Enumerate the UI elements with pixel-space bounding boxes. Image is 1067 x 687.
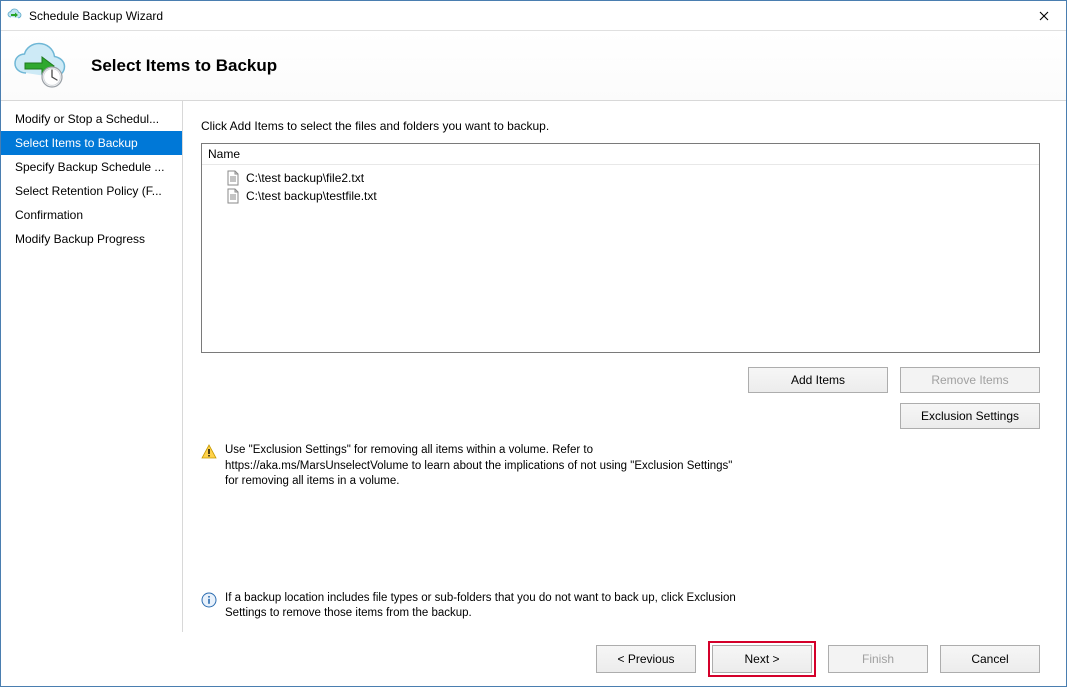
info-icon: [201, 592, 217, 608]
finish-button: Finish: [828, 645, 928, 673]
wizard-body: Modify or Stop a Schedul... Select Items…: [1, 101, 1066, 632]
step-retention-policy[interactable]: Select Retention Policy (F...: [1, 179, 182, 203]
next-button[interactable]: Next >: [712, 645, 812, 673]
warning-icon: [201, 444, 217, 460]
info-note: If a backup location includes file types…: [201, 521, 741, 622]
window-title: Schedule Backup Wizard: [29, 9, 1022, 23]
items-listbox[interactable]: Name C:\test backup\file2.txt C:\test ba…: [201, 143, 1040, 353]
titlebar: Schedule Backup Wizard: [1, 1, 1066, 31]
remove-items-button: Remove Items: [900, 367, 1040, 393]
previous-button[interactable]: < Previous: [596, 645, 696, 673]
close-button[interactable]: [1022, 1, 1066, 31]
steps-sidebar: Modify or Stop a Schedul... Select Items…: [1, 101, 183, 632]
info-text: If a backup location includes file types…: [225, 591, 741, 622]
item-buttons-row: Add Items Remove Items: [201, 367, 1040, 393]
file-icon: [226, 188, 240, 204]
column-header-name[interactable]: Name: [202, 144, 1039, 165]
instruction-text: Click Add Items to select the files and …: [201, 119, 1040, 133]
list-item-label: C:\test backup\file2.txt: [246, 171, 364, 185]
list-item-label: C:\test backup\testfile.txt: [246, 189, 377, 203]
main-content: Click Add Items to select the files and …: [183, 101, 1066, 632]
add-items-button[interactable]: Add Items: [748, 367, 888, 393]
wizard-window: Schedule Backup Wizard Select Items to B…: [0, 0, 1067, 687]
items-rows: C:\test backup\file2.txt C:\test backup\…: [202, 165, 1039, 209]
close-icon: [1039, 11, 1049, 21]
step-confirmation[interactable]: Confirmation: [1, 203, 182, 227]
file-icon: [226, 170, 240, 186]
cancel-button[interactable]: Cancel: [940, 645, 1040, 673]
warning-text: Use "Exclusion Settings" for removing al…: [225, 443, 741, 490]
step-modify-or-stop[interactable]: Modify or Stop a Schedul...: [1, 107, 182, 131]
wizard-footer: < Previous Next > Finish Cancel: [1, 632, 1066, 686]
app-icon: [7, 8, 23, 24]
step-modify-progress[interactable]: Modify Backup Progress: [1, 227, 182, 251]
page-title: Select Items to Backup: [91, 56, 277, 76]
backup-logo-icon: [11, 41, 71, 91]
exclusion-row: Exclusion Settings: [201, 403, 1040, 429]
exclusion-settings-button[interactable]: Exclusion Settings: [900, 403, 1040, 429]
wizard-header: Select Items to Backup: [1, 31, 1066, 101]
next-highlight: Next >: [708, 641, 816, 677]
warning-note: Use "Exclusion Settings" for removing al…: [201, 443, 741, 490]
list-item[interactable]: C:\test backup\testfile.txt: [202, 187, 1039, 205]
step-select-items[interactable]: Select Items to Backup: [1, 131, 182, 155]
step-specify-schedule[interactable]: Specify Backup Schedule ...: [1, 155, 182, 179]
list-item[interactable]: C:\test backup\file2.txt: [202, 169, 1039, 187]
